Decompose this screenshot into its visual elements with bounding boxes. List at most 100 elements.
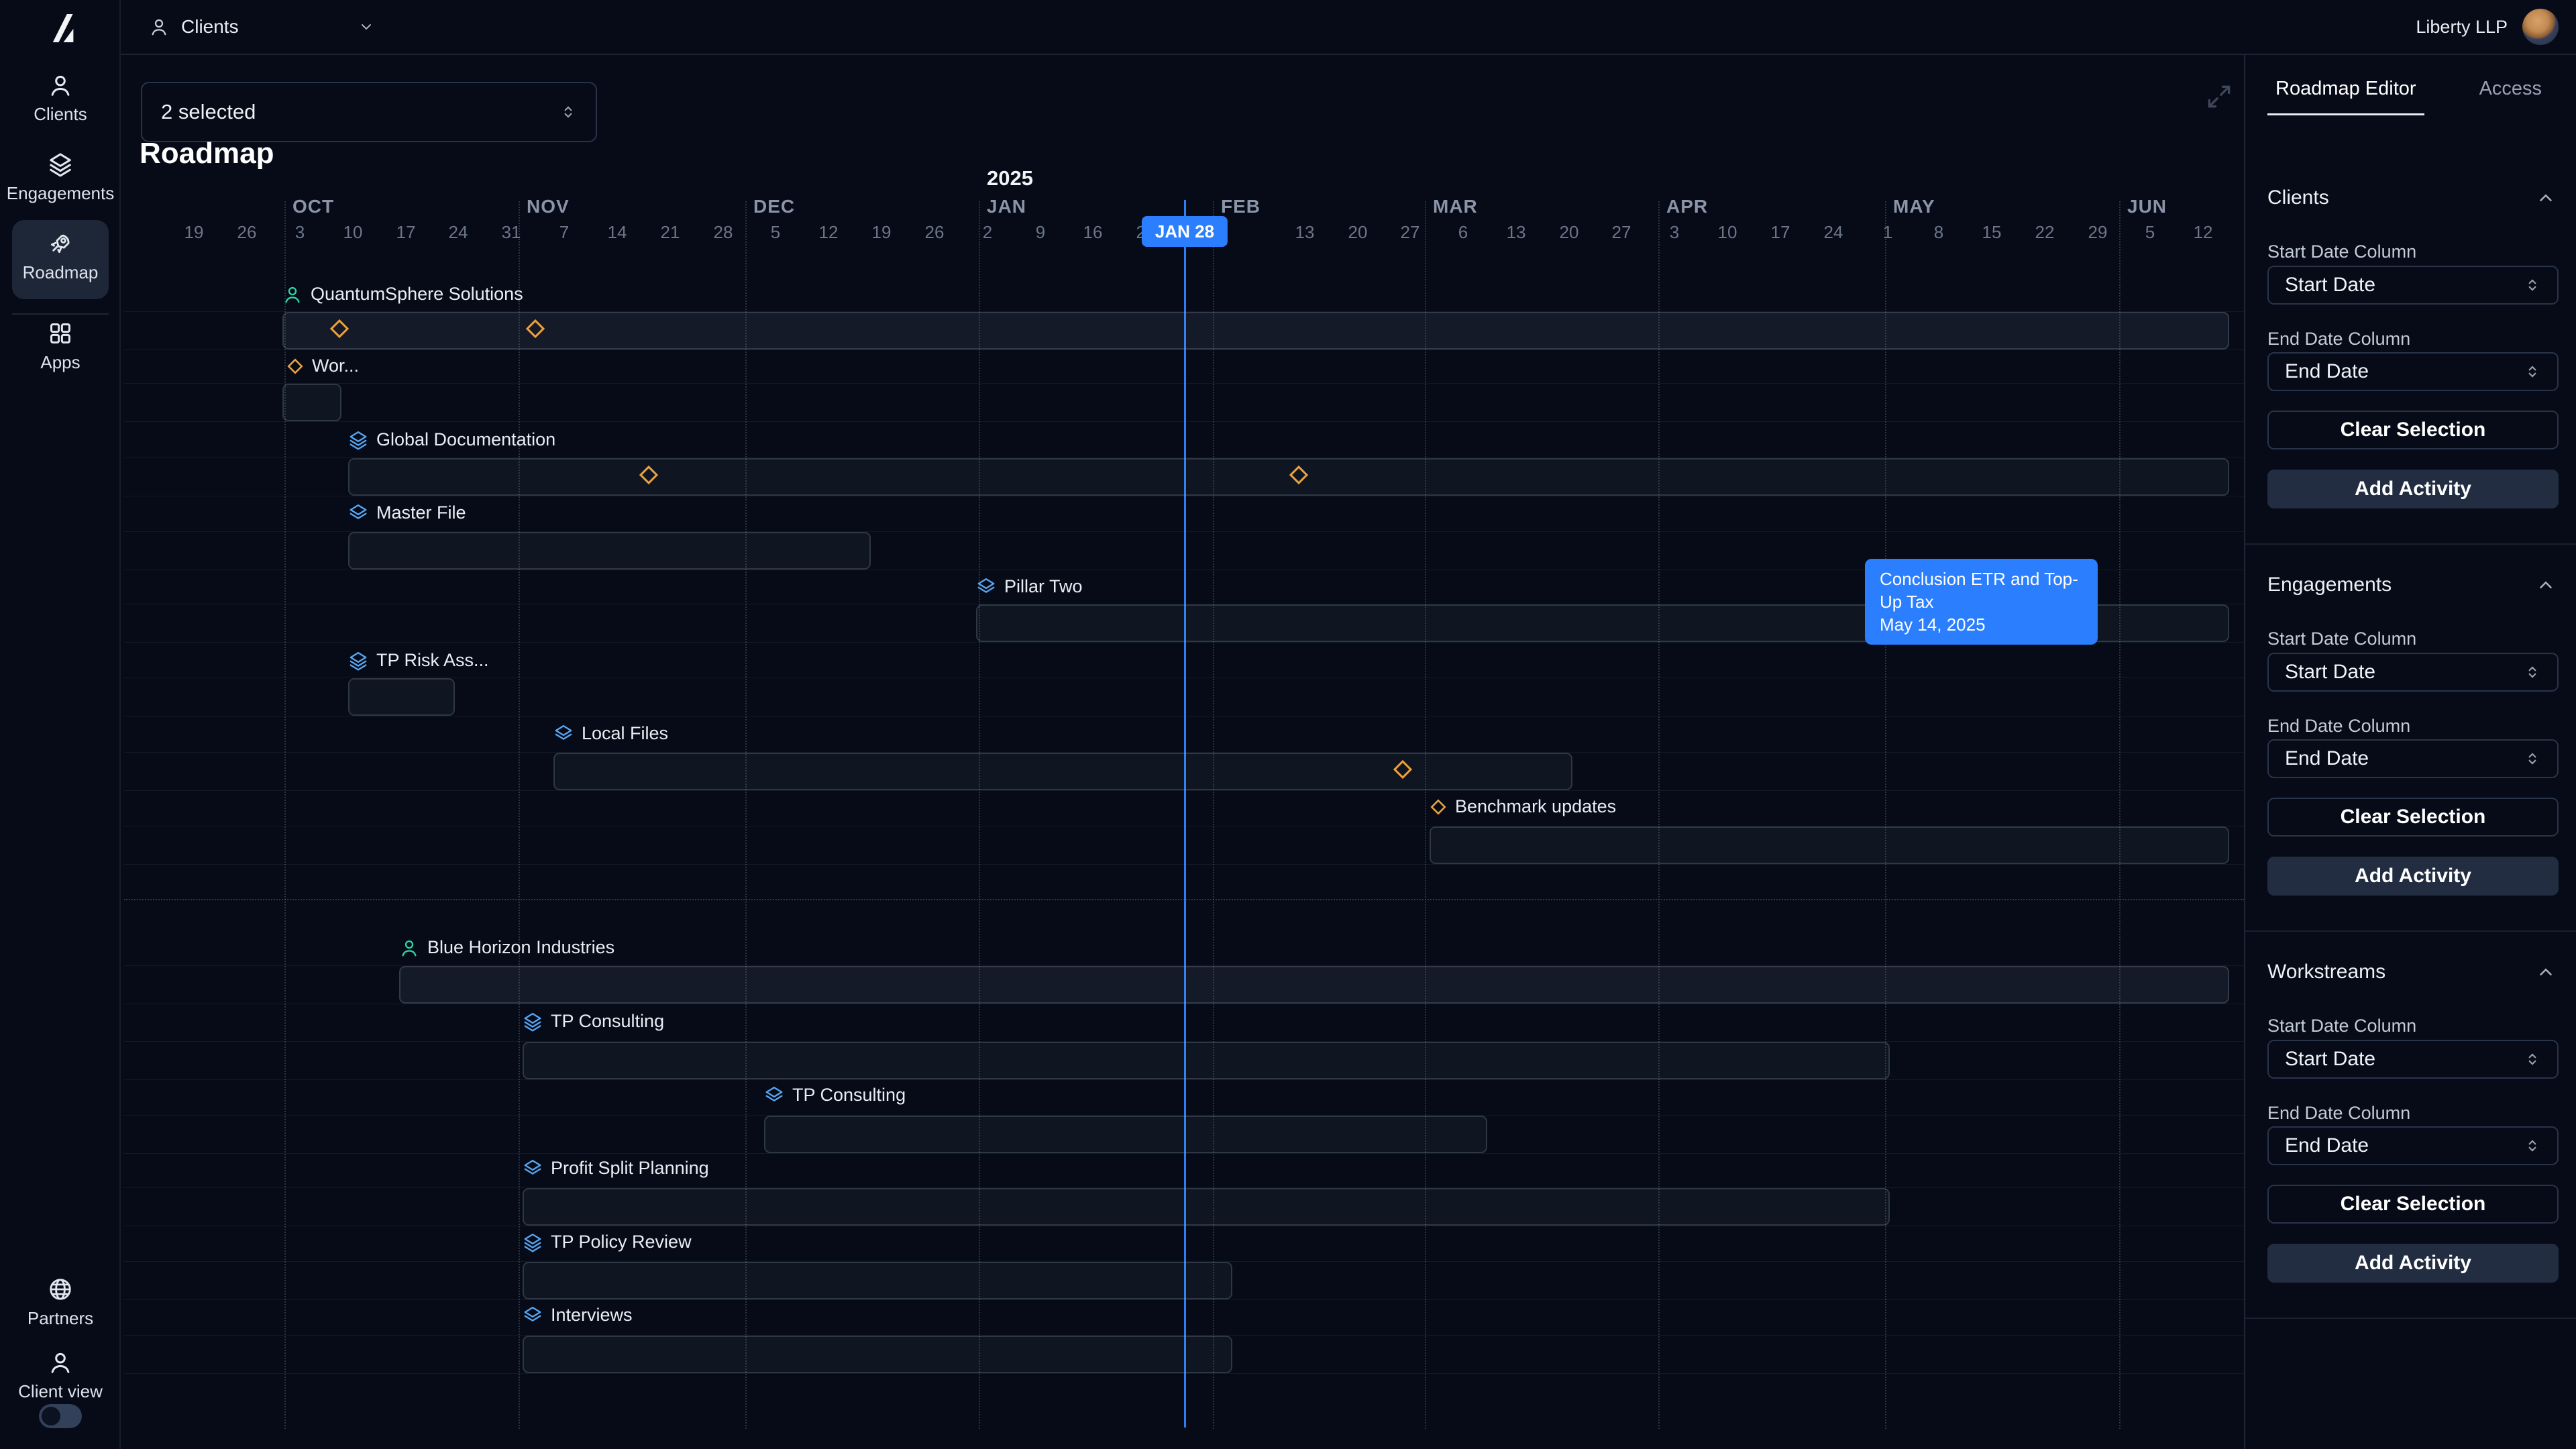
gantt-bar[interactable]: [523, 1336, 1232, 1373]
row-label-text: TP Consulting: [551, 1011, 664, 1032]
sidebar-item-label: Engagements: [7, 183, 114, 204]
clear-selection-button[interactable]: Clear Selection: [2267, 1185, 2559, 1224]
milestone-diamond-icon: [1430, 798, 1447, 816]
roadmap-gantt: 1926OCT310172431NOV7142128DEC5121926JAN2…: [0, 0, 2576, 1449]
app-logo-icon: [40, 9, 82, 47]
sidebar-item-apps[interactable]: Apps: [0, 321, 121, 373]
chevron-up-icon[interactable]: [2536, 962, 2556, 982]
row-label-text: TP Policy Review: [551, 1232, 692, 1252]
gantt-bar[interactable]: [523, 1262, 1232, 1299]
gantt-bar[interactable]: [1430, 826, 2229, 864]
context-switcher[interactable]: Clients: [121, 16, 374, 38]
start-date-column-label: Start Date Column: [2267, 629, 2416, 649]
gantt-workstream-label: Global Documentation: [348, 429, 555, 450]
clear-selection-button[interactable]: Clear Selection: [2267, 798, 2559, 837]
sidebar-item-clients[interactable]: Clients: [0, 72, 121, 125]
gantt-bar[interactable]: [553, 753, 1572, 790]
workspace-name: Liberty LLP: [2416, 17, 2508, 38]
gantt-bar[interactable]: [348, 458, 2229, 496]
gantt-bar[interactable]: [399, 966, 2229, 1004]
gantt-workstream-label: Local Files: [553, 723, 668, 744]
week-tick-label: 9: [1036, 222, 1045, 243]
end-date-select[interactable]: End Date: [2267, 739, 2559, 778]
end-date-select-value: End Date: [2285, 1134, 2369, 1157]
row-label-text: Blue Horizon Industries: [427, 937, 614, 958]
week-tick-label: 16: [1083, 222, 1103, 243]
sidebar-item-partners[interactable]: Partners: [0, 1277, 121, 1329]
chevron-up-icon[interactable]: [2536, 188, 2556, 208]
month-label: OCT: [292, 196, 334, 217]
chevron-up-icon[interactable]: [2536, 575, 2556, 595]
gantt-workstream-label: TP Policy Review: [523, 1232, 692, 1252]
panel-tabs: Roadmap Editor Access: [2267, 78, 2550, 115]
section-title-clients: Clients: [2267, 186, 2329, 209]
week-tick-label: 26: [237, 222, 257, 243]
gantt-bar[interactable]: [523, 1042, 1890, 1079]
gantt-bar[interactable]: [348, 678, 455, 716]
workstream-layers-icon: [553, 724, 574, 744]
week-tick-label: 5: [2145, 222, 2155, 243]
week-tick-label: 1: [1883, 222, 1892, 243]
week-tick-label: 12: [819, 222, 839, 243]
month-label: APR: [1666, 196, 1708, 217]
tab-roadmap-editor[interactable]: Roadmap Editor: [2267, 78, 2424, 115]
add-activity-button[interactable]: Add Activity: [2267, 1244, 2559, 1283]
add-activity-button[interactable]: Add Activity: [2267, 470, 2559, 508]
month-label: DEC: [753, 196, 795, 217]
tooltip-title: Conclusion ETR and Top-Up Tax: [1880, 568, 2083, 613]
select-updown-icon: [2524, 663, 2541, 681]
week-tick-label: 3: [1670, 222, 1679, 243]
select-updown-icon: [2524, 276, 2541, 294]
gantt-workstream-label: TP Risk Ass...: [348, 650, 489, 671]
week-tick-label: 6: [1458, 222, 1468, 243]
start-date-select[interactable]: Start Date: [2267, 266, 2559, 305]
gantt-workstream-label: Interviews: [523, 1305, 633, 1326]
gantt-bar[interactable]: [764, 1116, 1487, 1153]
week-tick-label: 19: [872, 222, 892, 243]
week-tick-label: 19: [184, 222, 204, 243]
end-date-select[interactable]: End Date: [2267, 352, 2559, 391]
week-tick-label: 20: [1348, 222, 1368, 243]
start-date-select[interactable]: Start Date: [2267, 653, 2559, 692]
user-avatar[interactable]: [2522, 9, 2559, 45]
sidebar-item-client-view[interactable]: Client view: [0, 1350, 121, 1402]
end-date-column-label: End Date Column: [2267, 329, 2410, 350]
sidebar-item-engagements[interactable]: Engagements: [0, 152, 121, 204]
sidebar-item-roadmap[interactable]: Roadmap: [0, 231, 121, 283]
tab-access[interactable]: Access: [2471, 78, 2550, 115]
clear-selection-button[interactable]: Clear Selection: [2267, 411, 2559, 449]
gantt-bar[interactable]: [348, 532, 871, 570]
gantt-bar[interactable]: [282, 312, 2229, 350]
end-date-select[interactable]: End Date: [2267, 1126, 2559, 1165]
week-tick-label: 10: [1718, 222, 1737, 243]
week-tick-label: 27: [1401, 222, 1420, 243]
row-label-text: Interviews: [551, 1305, 633, 1326]
week-tick-label: 22: [2035, 222, 2055, 243]
select-updown-icon: [2524, 363, 2541, 380]
week-tick-label: 17: [396, 222, 416, 243]
row-label-text: Wor...: [312, 356, 359, 376]
row-label-text: TP Consulting: [792, 1085, 906, 1106]
today-marker-pill[interactable]: JAN 28: [1142, 216, 1228, 247]
client-view-toggle[interactable]: [39, 1404, 82, 1428]
year-label: 2025: [987, 166, 1033, 191]
start-date-select-value: Start Date: [2285, 1048, 2375, 1071]
gantt-lane: [124, 383, 2244, 422]
month-label: JAN: [987, 196, 1026, 217]
week-tick-label: 29: [2088, 222, 2108, 243]
gantt-bar[interactable]: [282, 384, 341, 421]
layers-icon: [48, 152, 73, 177]
row-label-text: Master File: [376, 502, 466, 523]
week-tick-label: 3: [295, 222, 305, 243]
gantt-milestone-label: Benchmark updates: [1430, 796, 1616, 817]
row-label-text: TP Risk Ass...: [376, 650, 489, 671]
start-date-select[interactable]: Start Date: [2267, 1040, 2559, 1079]
week-tick-label: 28: [714, 222, 733, 243]
month-label: MAR: [1433, 196, 1478, 217]
gantt-bar[interactable]: [523, 1188, 1890, 1226]
row-label-text: QuantumSphere Solutions: [311, 284, 523, 305]
add-activity-button[interactable]: Add Activity: [2267, 857, 2559, 896]
client-person-icon: [282, 284, 303, 305]
sidebar-divider: [12, 313, 109, 315]
end-date-column-label: End Date Column: [2267, 1103, 2410, 1124]
